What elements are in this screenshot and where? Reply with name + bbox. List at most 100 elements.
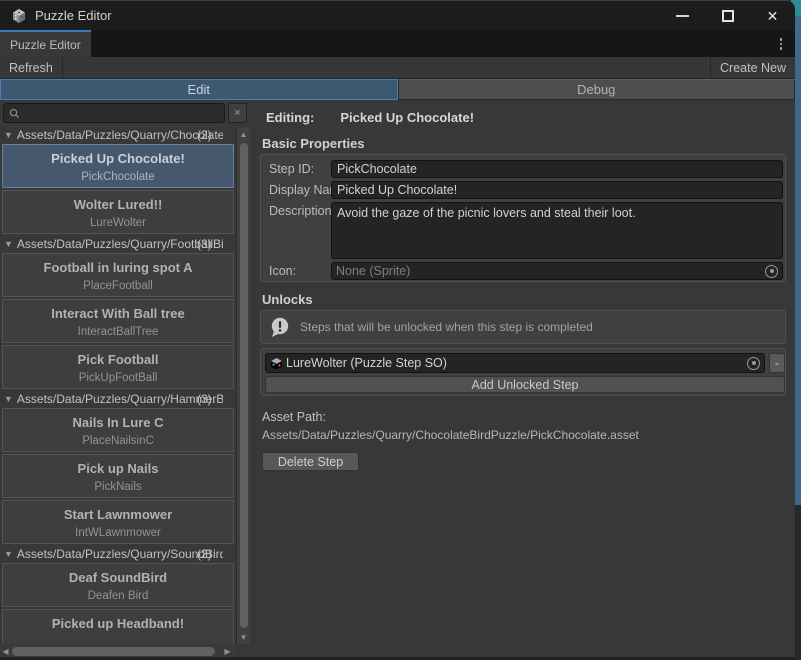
unlocks-title: Unlocks bbox=[262, 292, 313, 307]
backdrop-dark-strip bbox=[794, 505, 801, 660]
editing-header: Editing: Picked Up Chocolate! bbox=[266, 110, 474, 125]
group-path: Assets/Data/Puzzles/Quarry/SoundBirdPuzz… bbox=[17, 546, 223, 563]
group-count: (2) bbox=[197, 546, 212, 563]
step-item-id: PickNails bbox=[3, 481, 233, 493]
unlocks-help-box: Steps that will be unlocked when this st… bbox=[260, 310, 786, 344]
maximize-button[interactable] bbox=[705, 1, 750, 31]
unlocked-step-object-field[interactable]: LureWolter (Puzzle Step SO) bbox=[265, 353, 765, 373]
puzzle-editor-window: Puzzle Editor ✕ Puzzle Editor Refresh Cr… bbox=[0, 0, 795, 660]
titlebar[interactable]: Puzzle Editor ✕ bbox=[0, 0, 795, 30]
group-path: Assets/Data/Puzzles/Quarry/HammerBirdPuz… bbox=[17, 391, 223, 408]
step-list-panel: × ▼Assets/Data/Puzzles/Quarry/ChocolateB… bbox=[0, 100, 250, 657]
group-header[interactable]: ▼Assets/Data/Puzzles/Quarry/HammerBirdPu… bbox=[0, 391, 236, 408]
step-item-title: Nails In Lure C bbox=[3, 415, 233, 430]
window-controls: ✕ bbox=[660, 1, 795, 31]
search-icon bbox=[9, 108, 20, 119]
tab-bar: Puzzle Editor bbox=[0, 30, 795, 57]
description-input[interactable]: Avoid the gaze of the picnic lovers and … bbox=[331, 202, 783, 259]
search-field[interactable] bbox=[3, 103, 225, 123]
kebab-menu-icon[interactable] bbox=[774, 36, 788, 52]
description-label: Description: bbox=[269, 204, 335, 218]
group-header[interactable]: ▼Assets/Data/Puzzles/Quarry/ChocolateBir… bbox=[0, 127, 236, 144]
step-item[interactable]: Picked up Headband! bbox=[2, 609, 234, 644]
step-item[interactable]: Start Lawnmower IntWLawnmower bbox=[2, 500, 234, 544]
vertical-scroll-thumb[interactable] bbox=[240, 143, 248, 628]
step-list-viewport: ▼Assets/Data/Puzzles/Quarry/ChocolateBir… bbox=[0, 127, 250, 644]
step-id-input[interactable] bbox=[331, 160, 783, 178]
basic-properties-box: Step ID: Display Name: Description: Avoi… bbox=[260, 154, 786, 282]
content-area: × ▼Assets/Data/Puzzles/Quarry/ChocolateB… bbox=[0, 100, 795, 657]
step-item-title: Pick up Nails bbox=[3, 461, 233, 476]
group-header[interactable]: ▼Assets/Data/Puzzles/Quarry/SoundBirdPuz… bbox=[0, 546, 236, 563]
object-picker-icon[interactable] bbox=[747, 357, 760, 370]
toolbar-divider bbox=[62, 57, 63, 78]
scroll-down-icon[interactable]: ▼ bbox=[237, 630, 250, 644]
horizontal-scroll-thumb[interactable] bbox=[12, 647, 215, 656]
icon-label: Icon: bbox=[269, 264, 296, 278]
group-path: Assets/Data/Puzzles/Quarry/FootballBirdP… bbox=[17, 236, 223, 253]
step-item-id: IntWLawnmower bbox=[3, 527, 233, 539]
icon-object-field[interactable]: None (Sprite) bbox=[331, 262, 783, 280]
scriptable-object-icon bbox=[270, 357, 283, 370]
minimize-icon bbox=[676, 15, 689, 17]
editing-value: Picked Up Chocolate! bbox=[340, 110, 474, 125]
group-path: Assets/Data/Puzzles/Quarry/ChocolateBird… bbox=[17, 127, 223, 144]
minimize-button[interactable] bbox=[660, 1, 705, 31]
step-item-id: InteractBallTree bbox=[3, 326, 233, 338]
basic-properties-title: Basic Properties bbox=[262, 136, 365, 151]
foldout-triangle-icon[interactable]: ▼ bbox=[4, 236, 13, 253]
list-horizontal-scrollbar[interactable]: ◀ ▶ bbox=[0, 645, 236, 657]
step-item-id: PickUpFootBall bbox=[3, 372, 233, 384]
group-count: (2) bbox=[197, 127, 212, 144]
search-input[interactable] bbox=[20, 105, 224, 121]
delete-step-button[interactable]: Delete Step bbox=[262, 452, 359, 471]
step-item[interactable]: Football in luring spot A PlaceFootball bbox=[2, 253, 234, 297]
dice-window-icon bbox=[11, 8, 27, 24]
asset-path-value: Assets/Data/Puzzles/Quarry/ChocolateBird… bbox=[262, 428, 639, 442]
maximize-icon bbox=[722, 10, 734, 22]
close-button[interactable]: ✕ bbox=[750, 1, 795, 31]
remove-unlocked-step-button[interactable]: - bbox=[769, 353, 785, 373]
step-item[interactable]: Deaf SoundBird Deafen Bird bbox=[2, 563, 234, 607]
step-item-title: Picked up Headband! bbox=[3, 616, 233, 631]
step-item-id: Deafen Bird bbox=[3, 590, 233, 602]
step-item[interactable]: Picked Up Chocolate! PickChocolate bbox=[2, 144, 234, 188]
step-item-title: Interact With Ball tree bbox=[3, 306, 233, 321]
tab-puzzle-editor[interactable]: Puzzle Editor bbox=[0, 30, 91, 57]
step-item-title: Deaf SoundBird bbox=[3, 570, 233, 585]
step-item[interactable]: Nails In Lure C PlaceNailsinC bbox=[2, 408, 234, 452]
editing-label: Editing: bbox=[266, 110, 314, 125]
object-picker-icon[interactable] bbox=[765, 265, 778, 278]
window-title: Puzzle Editor bbox=[35, 8, 112, 23]
step-list: ▼Assets/Data/Puzzles/Quarry/ChocolateBir… bbox=[0, 127, 236, 644]
search-clear-button[interactable]: × bbox=[228, 103, 247, 123]
tab-edit[interactable]: Edit bbox=[0, 79, 398, 100]
step-item[interactable]: Pick Football PickUpFootBall bbox=[2, 345, 234, 389]
step-editor-panel: Editing: Picked Up Chocolate! Basic Prope… bbox=[256, 100, 795, 657]
search-row: × bbox=[3, 103, 247, 123]
foldout-triangle-icon[interactable]: ▼ bbox=[4, 127, 13, 144]
step-item-id: LureWolter bbox=[3, 217, 233, 229]
tab-debug[interactable]: Debug bbox=[398, 79, 796, 100]
step-id-label: Step ID: bbox=[269, 162, 314, 176]
step-item-id: PlaceNailsinC bbox=[3, 435, 233, 447]
foldout-triangle-icon[interactable]: ▼ bbox=[4, 546, 13, 563]
puzzle-editor-screen: Puzzle Editor ✕ Puzzle Editor Refresh Cr… bbox=[0, 0, 801, 660]
step-item[interactable]: Pick up Nails PickNails bbox=[2, 454, 234, 498]
add-unlocked-step-button[interactable]: Add Unlocked Step bbox=[265, 376, 785, 393]
refresh-button[interactable]: Refresh bbox=[0, 57, 62, 78]
create-new-button[interactable]: Create New bbox=[711, 57, 795, 78]
step-item-title: Picked Up Chocolate! bbox=[3, 151, 233, 166]
display-name-input[interactable] bbox=[331, 181, 783, 199]
step-item[interactable]: Interact With Ball tree InteractBallTree bbox=[2, 299, 234, 343]
foldout-triangle-icon[interactable]: ▼ bbox=[4, 391, 13, 408]
backdrop-blue-strip bbox=[794, 16, 801, 505]
step-item[interactable]: Wolter Lured!! LureWolter bbox=[2, 190, 234, 234]
scroll-left-icon[interactable]: ◀ bbox=[0, 647, 11, 656]
tab-label: Puzzle Editor bbox=[10, 38, 81, 52]
scroll-up-icon[interactable]: ▲ bbox=[237, 127, 250, 141]
scroll-right-icon[interactable]: ▶ bbox=[222, 647, 233, 656]
toolbar: Refresh Create New bbox=[0, 57, 795, 79]
group-header[interactable]: ▼Assets/Data/Puzzles/Quarry/FootballBird… bbox=[0, 236, 236, 253]
list-vertical-scrollbar[interactable]: ▲ ▼ bbox=[236, 127, 250, 644]
